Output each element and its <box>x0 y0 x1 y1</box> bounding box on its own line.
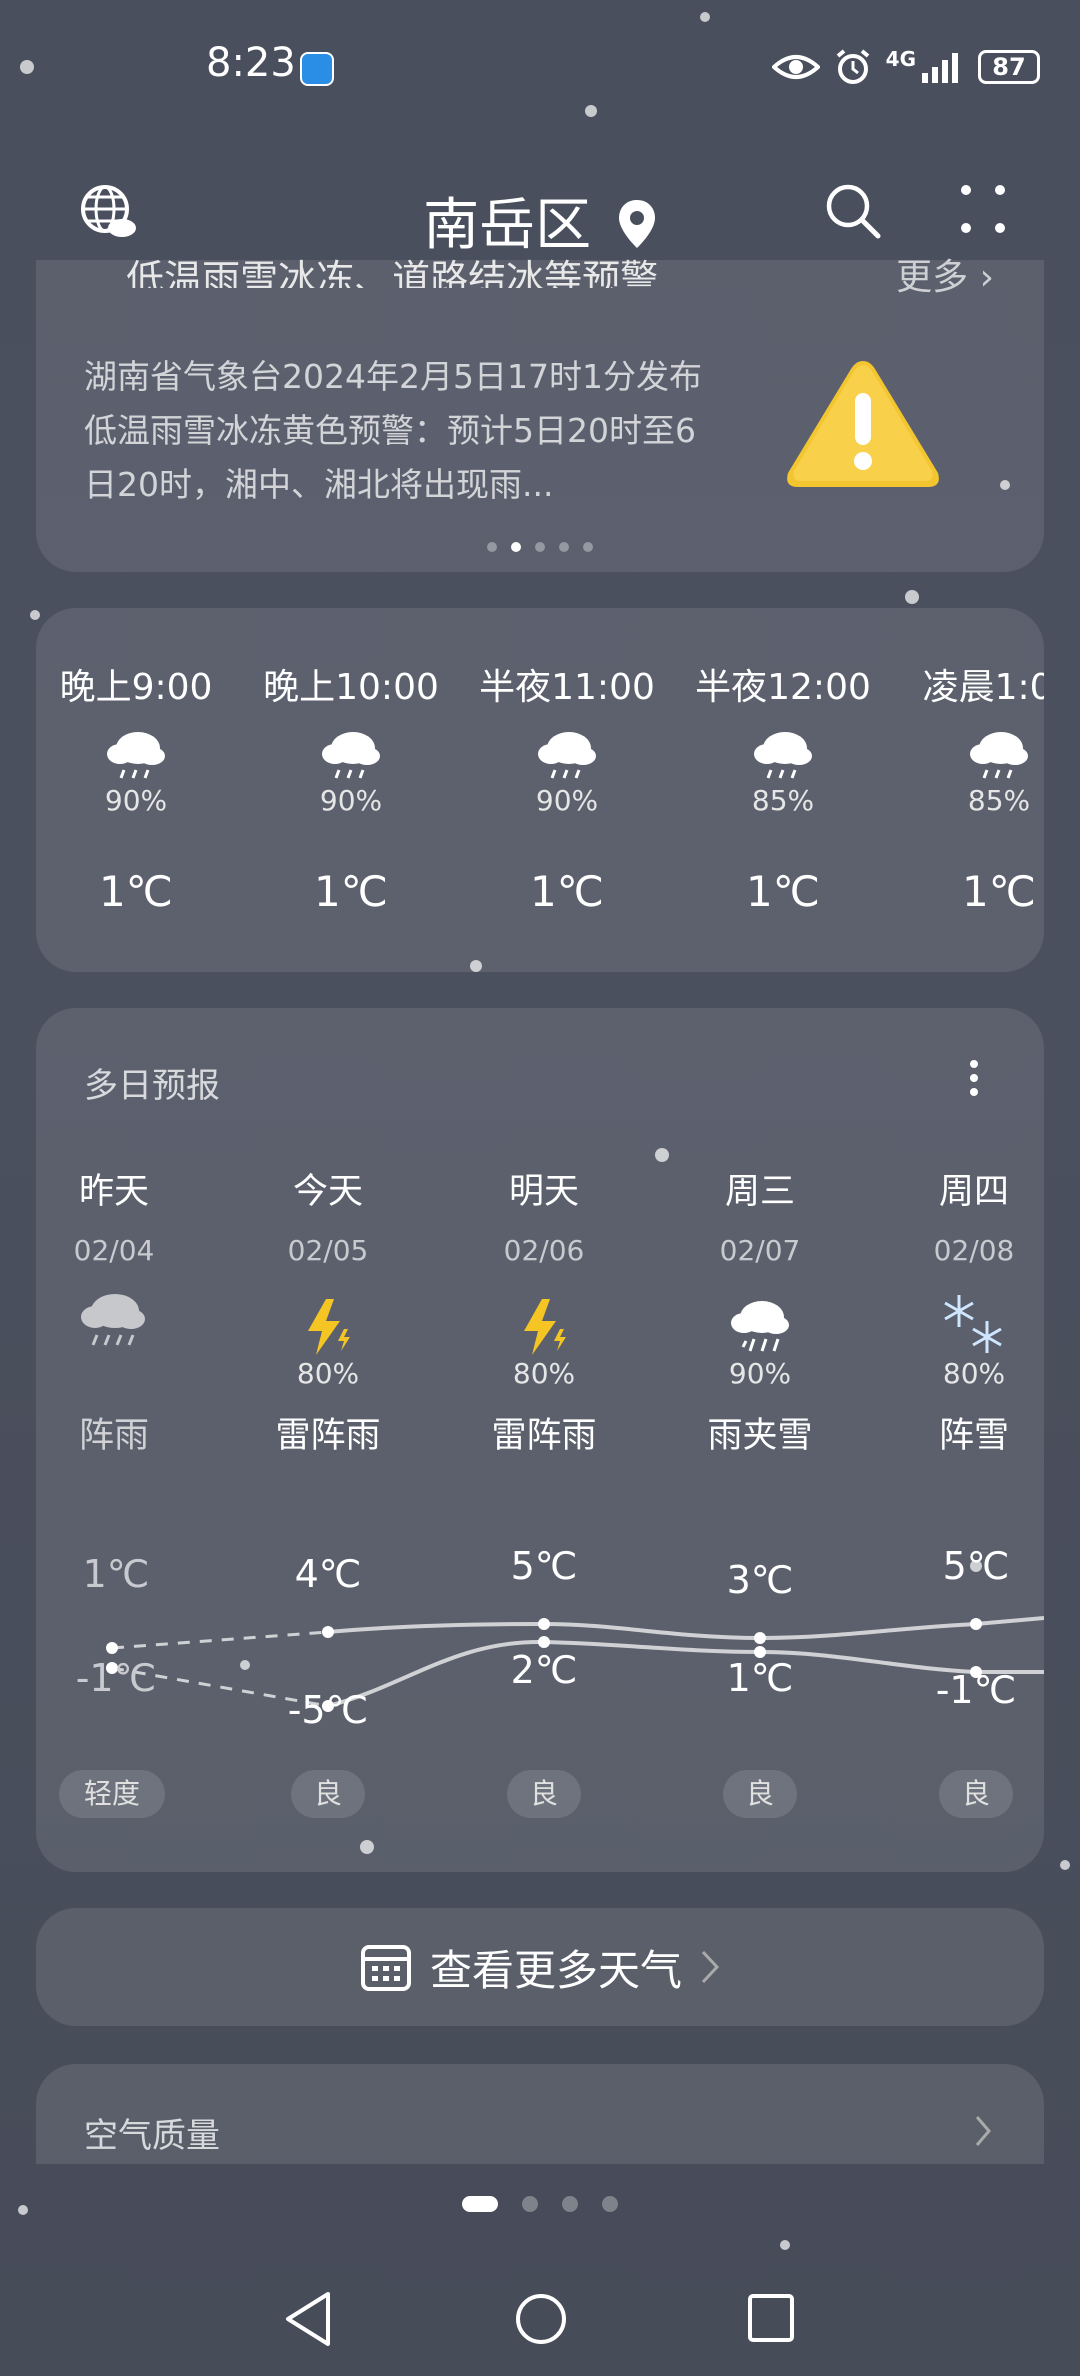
aqi-badge: 轻度 <box>59 1770 165 1818</box>
more-vertical-icon[interactable] <box>968 1058 980 1098</box>
navigation-bar <box>0 2270 1080 2376</box>
calendar-icon <box>360 1945 411 1991</box>
home-icon[interactable] <box>514 2290 568 2348</box>
thunder-icon <box>524 1299 566 1355</box>
rain-cloud-icon <box>538 732 596 779</box>
more-weather-button[interactable]: 查看更多天气 <box>36 1908 1044 2026</box>
temp-point <box>322 1626 334 1638</box>
aqi-badge: 良 <box>939 1770 1013 1818</box>
app-notification-icon <box>300 52 334 86</box>
alert-pager <box>36 542 1044 552</box>
high-temp-label: 5℃ <box>942 1544 1010 1588</box>
temp-point <box>106 1642 118 1654</box>
air-quality-card[interactable]: 空气质量 <box>36 2064 1044 2164</box>
alert-title: 低温雨雪冰冻、道路结冰等预警 <box>106 248 1006 288</box>
warning-triangle-icon <box>787 361 939 487</box>
rain-cloud-icon <box>81 1294 145 1346</box>
daily-title: 多日预报 <box>84 1066 220 1106</box>
temp-point <box>754 1632 766 1644</box>
status-bar: 8:23 4G 87 <box>0 0 1080 140</box>
hour-item: 半夜12:00 85% 1℃ <box>695 667 871 916</box>
search-icon[interactable] <box>824 182 882 240</box>
snowflake-icon <box>944 1295 1002 1353</box>
low-temp-label: 1℃ <box>726 1656 794 1700</box>
location-pin-icon <box>618 200 655 248</box>
high-temp-label: 1℃ <box>82 1552 150 1596</box>
page-indicator <box>0 2196 1080 2212</box>
thunder-icon <box>308 1299 350 1355</box>
aqi-badge: 良 <box>723 1770 797 1818</box>
temp-point <box>970 1618 982 1630</box>
alert-more-link[interactable]: 更多 › <box>896 248 994 300</box>
day-column: 明天 02/06 80% 雷阵雨 <box>491 1172 597 1456</box>
rain-cloud-icon <box>322 732 380 779</box>
high-temp-label: 5℃ <box>510 1544 578 1588</box>
day-column: 周四 02/08 80% 阵雪 <box>933 1172 1015 1456</box>
status-icons: 4G 87 <box>771 47 1040 86</box>
high-temp-label: 4℃ <box>294 1552 362 1596</box>
low-temp-label: 2℃ <box>510 1648 578 1692</box>
air-quality-title: 空气质量 <box>84 2116 220 2156</box>
high-temp-line <box>327 1616 1044 1641</box>
chevron-right-icon <box>975 2116 991 2146</box>
more-weather-label: 查看更多天气 <box>429 1945 682 1995</box>
eye-icon <box>771 55 820 79</box>
rain-cloud-icon <box>754 732 812 779</box>
weather-alert-card[interactable]: 低温雨雪冰冻、道路结冰等预警 更多 › 湖南省气象台2024年2月5日17时1分… <box>36 257 1044 572</box>
rain-cloud-icon <box>107 732 165 779</box>
high-temp-line-past <box>111 1630 329 1650</box>
battery-icon: 87 <box>978 50 1040 84</box>
chevron-right-icon <box>701 1950 720 1984</box>
back-icon[interactable] <box>282 2290 334 2348</box>
status-time: 8:23 <box>206 40 296 86</box>
daily-forecast-card[interactable]: 多日预报 昨天 02/04 阵雨 今天 02/05 80% 雷阵雨 明天 02/… <box>36 1008 1044 1872</box>
aqi-badge: 良 <box>291 1770 365 1818</box>
high-temp-label: 3℃ <box>726 1558 794 1602</box>
day-column: 今天 02/05 80% 雷阵雨 <box>275 1172 381 1456</box>
menu-dots-icon[interactable] <box>958 182 1008 238</box>
alarm-icon <box>836 49 869 84</box>
hour-item: 半夜11:00 90% 1℃ <box>479 667 655 916</box>
hour-item: 凌晨1:00 85% 1℃ <box>922 667 1044 916</box>
low-temp-label: -1℃ <box>935 1668 1017 1712</box>
hour-item: 晚上9:00 90% 1℃ <box>59 667 213 916</box>
day-column: 昨天 02/04 阵雨 <box>73 1172 155 1456</box>
recents-icon[interactable] <box>746 2290 796 2348</box>
temp-point <box>538 1636 550 1648</box>
signal-icon <box>922 53 958 83</box>
network-label: 4G <box>885 47 916 71</box>
sleet-icon <box>731 1301 789 1352</box>
alert-text: 湖南省气象台2024年2月5日17时1分发布低温雨雪冰冻黄色预警：预计5日20时… <box>84 357 702 504</box>
temp-point <box>538 1618 550 1630</box>
hourly-forecast-card[interactable]: 晚上9:00 90% 1℃ 晚上10:00 90% 1℃ 半夜11:00 90%… <box>36 608 1044 972</box>
low-temp-label: -1℃ <box>75 1656 157 1700</box>
day-column: 周三 02/07 90% 雨夹雪 <box>707 1172 813 1456</box>
hour-item: 晚上10:00 90% 1℃ <box>263 667 439 916</box>
low-temp-label: -5℃ <box>287 1688 369 1732</box>
aqi-badge: 良 <box>507 1770 581 1818</box>
rain-cloud-icon <box>970 732 1028 779</box>
